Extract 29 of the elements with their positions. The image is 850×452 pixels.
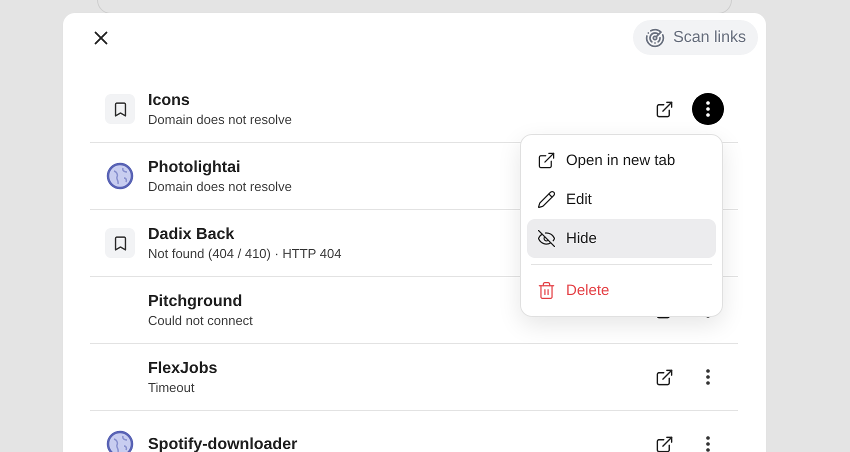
link-status: Not found (404 / 410) · HTTP 404: [148, 246, 342, 260]
link-status: Could not connect: [148, 312, 253, 328]
more-icon: [706, 101, 710, 117]
link-status: Domain does not resolve: [148, 112, 292, 126]
external-link-icon[interactable]: [655, 368, 674, 386]
link-status: Domain does not resolve: [148, 178, 292, 194]
more-icon: [706, 369, 710, 385]
more-icon: [706, 436, 710, 452]
external-link-icon: [537, 151, 556, 170]
external-link-icon[interactable]: [655, 100, 674, 118]
more-options-button[interactable]: [692, 93, 724, 125]
globe-icon: [106, 430, 134, 452]
link-title: Photolightai: [148, 158, 240, 176]
link-title: Dadix Back: [148, 226, 234, 242]
scan-links-button[interactable]: Scan links: [633, 20, 758, 55]
trash-icon: [537, 281, 556, 300]
external-link-icon[interactable]: [655, 434, 674, 452]
menu-item[interactable]: Hide: [527, 219, 716, 258]
pencil-icon: [537, 190, 556, 209]
link-title: Icons: [148, 92, 190, 108]
globe-icon: [106, 162, 134, 190]
bookmark-icon: [105, 228, 135, 258]
link-title: FlexJobs: [148, 360, 218, 376]
radar-icon: [645, 28, 666, 48]
eye-off-icon: [537, 229, 556, 248]
link-title: Pitchground: [148, 292, 242, 310]
link-title: Spotify-downloader: [148, 436, 298, 452]
bookmark-icon: [105, 94, 135, 124]
link-status: Timeout: [148, 380, 194, 394]
